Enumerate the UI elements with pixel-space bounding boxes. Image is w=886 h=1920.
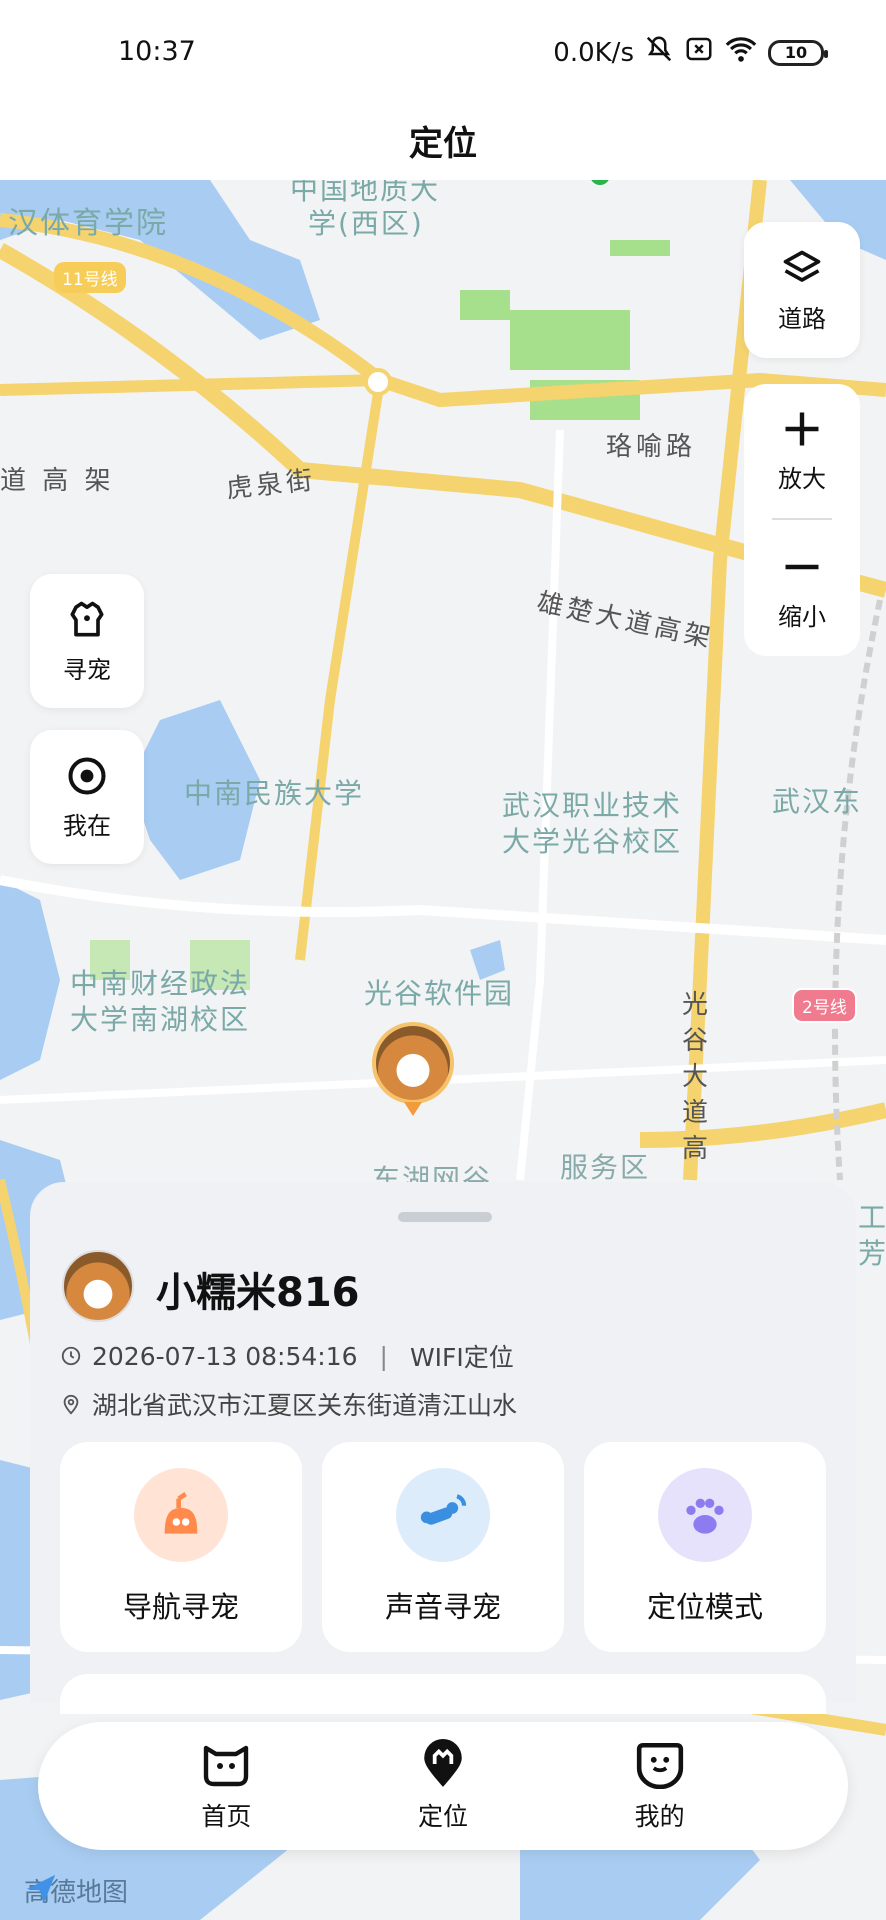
map-label: 中南民族大学 [184, 777, 365, 810]
map-label: 中南财经政法 [70, 967, 251, 1000]
location-type: WIFI定位 [409, 1343, 514, 1372]
zoom-out-button[interactable]: 缩小 [744, 522, 860, 654]
find-pet-button[interactable]: 寻宠 [30, 574, 144, 708]
map-label: 学(西区) [308, 207, 424, 240]
clock-icon [61, 1346, 81, 1366]
tab-label: 定位 [417, 1802, 468, 1831]
zoom-in-label: 放大 [778, 464, 826, 493]
action-label: 声音寻宠 [384, 1590, 501, 1624]
status-bar: 10:37 0.0K/s 10 [0, 0, 886, 100]
tab-label: 我的 [634, 1802, 685, 1831]
map-label: 芳 [858, 1237, 886, 1270]
profile-face-icon [636, 1742, 683, 1789]
page-title: 定位 [409, 123, 477, 164]
map-label: 光谷软件园 [364, 977, 515, 1010]
amap-logo-icon [26, 1874, 56, 1904]
pet-info-sheet[interactable]: 小糯米816 2026-07-13 08:54:16 | WIFI定位 湖北省武… [30, 1182, 856, 1714]
status-time: 10:37 [118, 36, 196, 67]
sheet-drag-handle[interactable] [398, 1212, 492, 1222]
location-pin-icon [63, 1394, 79, 1415]
amap-logo: 高德地图 [24, 1872, 128, 1909]
road-label: 珞喻路 [606, 432, 697, 462]
map-label: 武汉职业技术 [502, 789, 683, 822]
layers-icon [780, 247, 824, 291]
paw-icon [658, 1468, 752, 1562]
metro-line-badge: 2号线 [792, 988, 857, 1023]
map-label: 服务区 [560, 1151, 651, 1184]
pet-avatar[interactable] [62, 1250, 134, 1322]
map-label: 汉体育学院 [8, 206, 168, 241]
location-mode-button[interactable]: 定位模式 [584, 1442, 826, 1652]
map-label: 工 [858, 1201, 886, 1234]
road-label: 道 [682, 1098, 713, 1128]
action-label: 导航寻宠 [122, 1590, 239, 1624]
metro-line-badge: 11号线 [54, 262, 126, 293]
sim-off-icon [684, 34, 714, 71]
address-row: 湖北省武汉市江夏区关东街道清江山水 [60, 1386, 517, 1422]
zoom-controls: 放大 缩小 [744, 384, 860, 656]
action-label: 定位模式 [646, 1590, 763, 1624]
map-label: 武汉东 [772, 785, 863, 818]
tab-location[interactable]: 定位 [383, 1739, 503, 1833]
map-label: 大学南湖校区 [70, 1003, 251, 1036]
navigation-find-pet-button[interactable]: 导航寻宠 [60, 1442, 302, 1652]
pet-photo [376, 1026, 450, 1100]
map-label: 大学光谷校区 [502, 825, 683, 858]
my-location-label: 我在 [63, 811, 111, 840]
target-icon [65, 754, 109, 798]
home-cat-icon [204, 1745, 249, 1787]
tab-label: 首页 [201, 1802, 252, 1831]
divider [772, 518, 832, 520]
minus-icon [785, 564, 819, 569]
wifi-icon [724, 34, 758, 71]
status-icons: 0.0K/s 10 [553, 34, 828, 71]
navigation-pet-icon [134, 1468, 228, 1562]
battery-icon: 10 [768, 39, 828, 66]
road-label: 高 [682, 1134, 713, 1164]
pet-address: 湖北省武汉市江夏区关东街道清江山水 [92, 1391, 518, 1420]
map-layer-label: 道路 [778, 304, 826, 333]
pet-head-icon [65, 598, 109, 642]
zoom-out-label: 缩小 [778, 602, 826, 631]
mute-icon [644, 34, 674, 71]
location-datetime: 2026-07-13 08:54:16 [92, 1341, 358, 1371]
map-layer-button[interactable]: 道路 [744, 222, 860, 358]
sound-pet-icon [396, 1468, 490, 1562]
tab-home[interactable]: 首页 [166, 1739, 286, 1833]
network-speed: 0.0K/s [553, 37, 634, 68]
road-label: 谷 [682, 1026, 713, 1056]
separator: | [379, 1341, 388, 1371]
zoom-in-button[interactable]: 放大 [744, 384, 860, 516]
pet-name: 小糯米816 [156, 1270, 360, 1316]
pet-location-marker[interactable] [372, 1022, 454, 1118]
road-label: 光 [682, 990, 713, 1020]
sound-find-pet-button[interactable]: 声音寻宠 [322, 1442, 564, 1652]
my-location-button[interactable]: 我在 [30, 730, 144, 864]
plus-icon [785, 412, 819, 445]
bottom-tab-bar: 首页 定位 我的 [38, 1722, 848, 1850]
extra-card [60, 1674, 826, 1714]
location-pin-icon [424, 1739, 462, 1787]
action-cards: 导航寻宠 声音寻宠 定位模式 [60, 1442, 826, 1652]
road-label: 道 高 架 [0, 466, 115, 496]
road-label: 大 [682, 1062, 713, 1092]
find-pet-label: 寻宠 [63, 655, 111, 684]
title-bar: 定位 [0, 100, 886, 180]
location-time-row: 2026-07-13 08:54:16 | WIFI定位 [60, 1338, 514, 1374]
tab-profile[interactable]: 我的 [600, 1739, 720, 1833]
